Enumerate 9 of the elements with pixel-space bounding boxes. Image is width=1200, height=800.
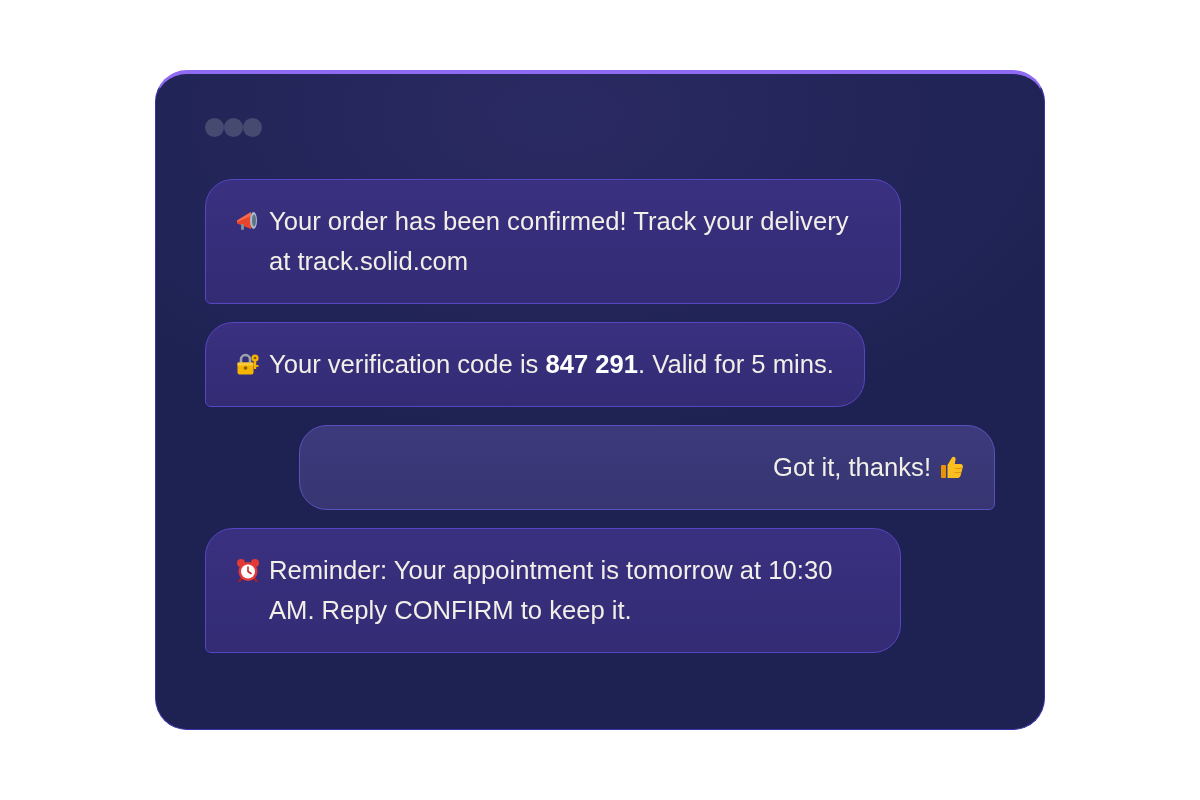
thumbs-up-icon [940, 455, 964, 479]
lock-key-icon [236, 352, 260, 376]
message-text: Your order has been confirmed! Track your delivery at track.solid.com [269, 206, 850, 277]
message-text: Reminder: Your appointment is tomorrow at 10:30 AM. Reply CONFIRM to keep it. [269, 555, 834, 626]
alarm-clock-icon [236, 558, 260, 582]
message-text: Your verification code is 847 291. Valid for 5 mins. [269, 349, 834, 380]
three-dots-icon [205, 118, 262, 137]
megaphone-icon [236, 209, 260, 233]
message-text: Got it, thanks! [773, 452, 931, 483]
